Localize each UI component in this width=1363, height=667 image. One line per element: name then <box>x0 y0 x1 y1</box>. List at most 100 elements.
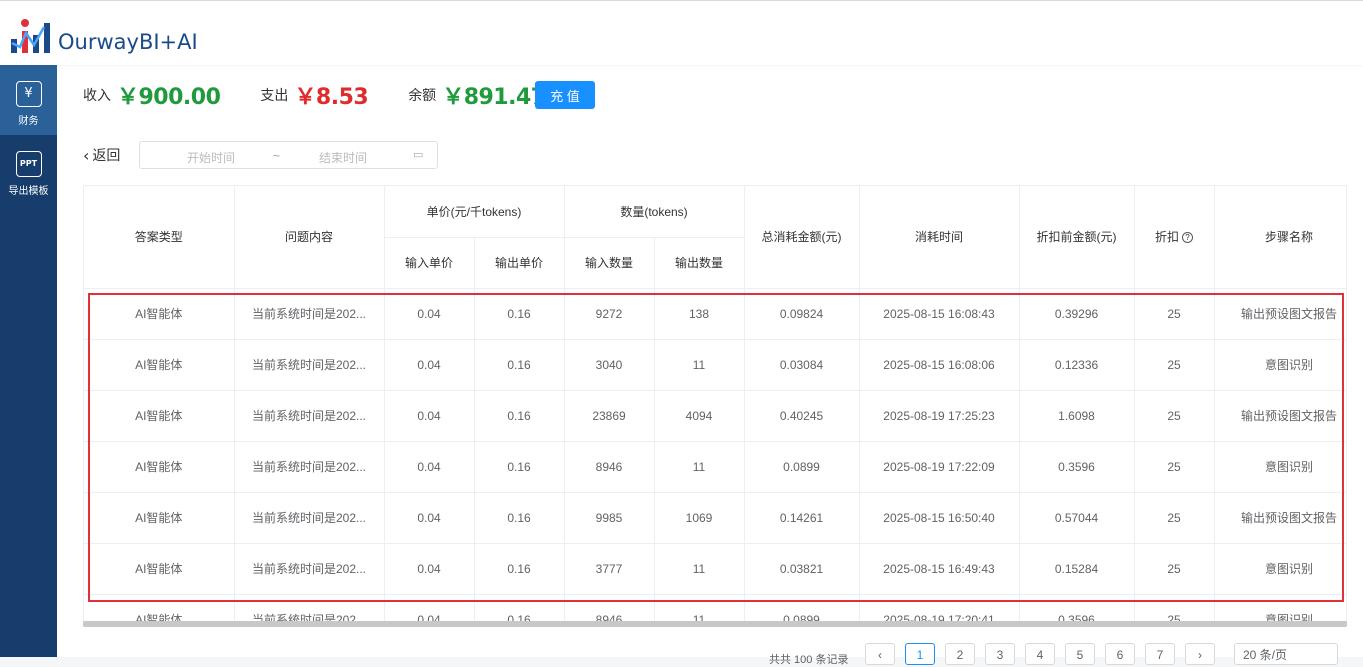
recharge-button[interactable]: 充 值 <box>535 81 595 109</box>
col-question: 问题内容 <box>234 186 385 289</box>
ourway-logo-icon <box>11 19 50 53</box>
cell-discount: 25 <box>1134 390 1215 442</box>
page-size-select[interactable]: 20 条/页 <box>1234 643 1338 665</box>
calendar-icon[interactable]: ▭ <box>413 148 423 161</box>
yuan-wallet-icon: ¥ <box>15 81 42 107</box>
cell-input-price: 0.04 <box>384 543 475 595</box>
cell-pre-discount: 0.12336 <box>1019 339 1135 391</box>
cell-step: 意图识别 <box>1214 441 1346 493</box>
table-row[interactable]: AI智能体 当前系统时间是202... 0.04 0.16 3777 11 0.03821 2… <box>84 543 1346 595</box>
usage-table-container: 答案类型 问题内容 单价(元/千tokens) 数量(tokens) 总消耗金额… <box>83 185 1347 627</box>
cell-answer-type: AI智能体 <box>84 492 235 544</box>
cell-answer-type: AI智能体 <box>84 441 235 493</box>
cell-output-qty: 11 <box>654 543 745 595</box>
cell-output-qty: 4094 <box>654 390 745 442</box>
expense-value: ￥8.53 <box>294 85 369 110</box>
cell-output-qty: 138 <box>654 288 745 340</box>
pagination-total: 共共 100 条记录 <box>769 654 849 666</box>
cell-step: 输出预设图文报告 <box>1214 492 1346 544</box>
page-button[interactable]: 3 <box>985 643 1015 665</box>
cell-answer-type: AI智能体 <box>84 390 235 442</box>
income-label: 收入 <box>83 87 111 103</box>
cell-output-qty: 11 <box>654 441 745 493</box>
help-icon[interactable]: ? <box>1182 232 1194 244</box>
sidebar-item-label: 财务 <box>18 116 39 127</box>
cell-output-price: 0.16 <box>474 390 565 442</box>
prev-page-button[interactable]: ‹ <box>865 643 895 665</box>
page-button[interactable]: 2 <box>945 643 975 665</box>
cell-total: 0.14261 <box>744 492 860 544</box>
table-body: AI智能体 当前系统时间是202... 0.04 0.16 9272 138 0.09824… <box>84 288 1346 626</box>
cell-input-qty: 9272 <box>564 288 655 340</box>
cell-discount: 25 <box>1134 492 1215 544</box>
col-output-qty: 输出数量 <box>654 237 745 289</box>
cell-pre-discount: 0.3596 <box>1019 441 1135 493</box>
cell-discount: 25 <box>1134 543 1215 595</box>
horizontal-scrollbar[interactable] <box>83 621 1347 627</box>
cell-time: 2025-08-19 17:25:23 <box>859 390 1020 442</box>
next-page-button[interactable]: › <box>1185 643 1215 665</box>
start-date-input[interactable]: 开始时间 <box>187 149 235 166</box>
col-total: 总消耗金额(元) <box>744 186 860 289</box>
filter-toolbar: ‹ 返回 开始时间 ~ 结束时间 ▭ <box>83 141 438 169</box>
balance-value: ￥891.47 <box>442 85 546 110</box>
date-range-picker[interactable]: 开始时间 ~ 结束时间 ▭ <box>139 141 438 169</box>
cell-question: 当前系统时间是202... <box>234 543 385 595</box>
cell-step: 意图识别 <box>1214 543 1346 595</box>
cell-time: 2025-08-15 16:08:06 <box>859 339 1020 391</box>
sidebar-item-export-template[interactable]: PPT 导出模板 <box>0 135 57 205</box>
cell-answer-type: AI智能体 <box>84 339 235 391</box>
usage-table: 答案类型 问题内容 单价(元/千tokens) 数量(tokens) 总消耗金额… <box>84 186 1346 626</box>
cell-question: 当前系统时间是202... <box>234 441 385 493</box>
col-discount: 折扣? <box>1134 186 1215 289</box>
col-time: 消耗时间 <box>859 186 1020 289</box>
cell-step: 输出预设图文报告 <box>1214 288 1346 340</box>
cell-time: 2025-08-15 16:49:43 <box>859 543 1020 595</box>
cell-total: 0.0899 <box>744 441 860 493</box>
cell-question: 当前系统时间是202... <box>234 390 385 442</box>
col-quantity: 数量(tokens) <box>564 186 745 238</box>
cell-time: 2025-08-15 16:08:43 <box>859 288 1020 340</box>
cell-output-price: 0.16 <box>474 339 565 391</box>
cell-pre-discount: 0.15284 <box>1019 543 1135 595</box>
page-button[interactable]: 5 <box>1065 643 1095 665</box>
page-button[interactable]: 7 <box>1145 643 1175 665</box>
end-date-input[interactable]: 结束时间 <box>319 149 367 166</box>
cell-input-qty: 9985 <box>564 492 655 544</box>
col-pre-discount: 折扣前金额(元) <box>1019 186 1135 289</box>
cell-question: 当前系统时间是202... <box>234 339 385 391</box>
cell-question: 当前系统时间是202... <box>234 288 385 340</box>
page-button[interactable]: 6 <box>1105 643 1135 665</box>
table-row[interactable]: AI智能体 当前系统时间是202... 0.04 0.16 8946 11 0.0899 20… <box>84 441 1346 493</box>
cell-total: 0.03821 <box>744 543 860 595</box>
sidebar-item-finance[interactable]: ¥ 财务 <box>0 65 57 135</box>
col-unit-price: 单价(元/千tokens) <box>384 186 565 238</box>
col-input-price: 输入单价 <box>384 237 475 289</box>
page-button[interactable]: 4 <box>1025 643 1055 665</box>
cell-total: 0.40245 <box>744 390 860 442</box>
page-button[interactable]: 1 <box>905 643 935 665</box>
sidebar-item-label: 导出模板 <box>8 186 49 197</box>
top-header: OurwayBI+AI <box>0 0 1363 65</box>
ppt-icon: PPT <box>15 151 42 177</box>
table-row[interactable]: AI智能体 当前系统时间是202... 0.04 0.16 3040 11 0.03084 2… <box>84 339 1346 391</box>
cell-input-price: 0.04 <box>384 288 475 340</box>
cell-input-qty: 3777 <box>564 543 655 595</box>
cell-time: 2025-08-15 16:50:40 <box>859 492 1020 544</box>
cell-question: 当前系统时间是202... <box>234 492 385 544</box>
cell-output-price: 0.16 <box>474 441 565 493</box>
table-row[interactable]: AI智能体 当前系统时间是202... 0.04 0.16 23869 4094 0.402… <box>84 390 1346 442</box>
cell-discount: 25 <box>1134 339 1215 391</box>
cell-output-price: 0.16 <box>474 288 565 340</box>
col-discount-label: 折扣 <box>1155 230 1180 245</box>
cell-input-qty: 3040 <box>564 339 655 391</box>
table-row[interactable]: AI智能体 当前系统时间是202... 0.04 0.16 9985 1069 0.1426… <box>84 492 1346 544</box>
back-button[interactable]: ‹ 返回 <box>83 145 120 165</box>
cell-pre-discount: 1.6098 <box>1019 390 1135 442</box>
cell-discount: 25 <box>1134 441 1215 493</box>
col-answer-type: 答案类型 <box>84 186 235 289</box>
date-range-separator: ~ <box>273 149 281 163</box>
table-row[interactable]: AI智能体 当前系统时间是202... 0.04 0.16 9272 138 0.09824… <box>84 288 1346 340</box>
cell-input-qty: 23869 <box>564 390 655 442</box>
cell-input-price: 0.04 <box>384 390 475 442</box>
